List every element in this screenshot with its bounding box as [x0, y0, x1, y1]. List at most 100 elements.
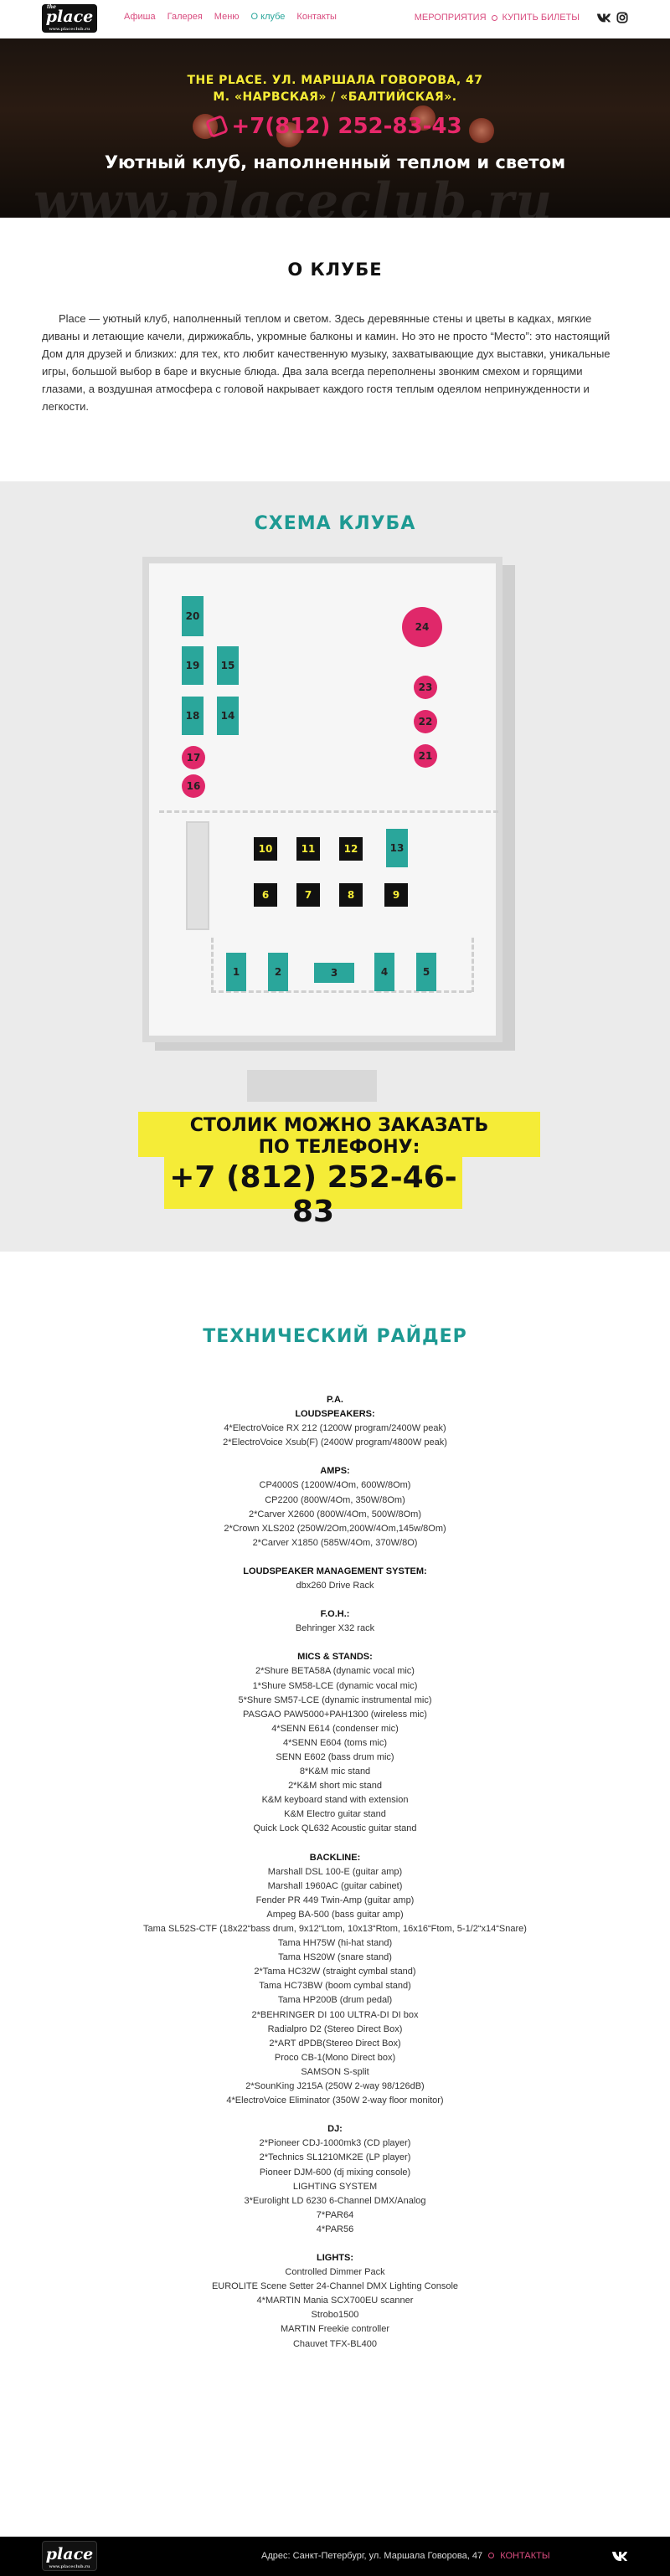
rider-item: K&M keyboard stand with extension: [261, 1795, 409, 1806]
rider-item: Strobo1500: [311, 2310, 359, 2321]
stage: [186, 821, 209, 930]
logo[interactable]: the place www.placeclub.ru: [42, 4, 97, 33]
footer: place www.placeclub.ru Адрес: Санкт-Пете…: [0, 2537, 670, 2576]
instagram-icon[interactable]: [616, 12, 628, 23]
footer-logo[interactable]: place www.placeclub.ru: [42, 2541, 97, 2571]
rider-item: LIGHTING SYSTEM: [292, 2181, 378, 2192]
events-link[interactable]: МЕРОПРИЯТИЯ: [415, 13, 487, 23]
table-21[interactable]: 21: [414, 744, 437, 768]
rider-item: Tama HP200B (drum pedal): [277, 1995, 393, 2006]
rider-item: 4*PAR56: [316, 2224, 354, 2234]
table-8[interactable]: 8: [339, 883, 363, 907]
rider-item: Proco CB-1(Mono Direct box): [274, 2052, 396, 2063]
dot-separator-icon: [491, 14, 497, 21]
rider-heading: DJ:: [327, 2124, 343, 2135]
rider-item: SENN E602 (bass drum mic): [276, 1751, 394, 1762]
nav-link-menu[interactable]: Меню: [214, 12, 240, 22]
rider-item: 5*Shure SM57-LCE (dynamic instrumental m…: [238, 1694, 432, 1705]
rider-item: dbx260 Drive Rack: [296, 1581, 374, 1591]
rider-item: 8*K&M mic stand: [299, 1766, 371, 1777]
rider-item: 2*Technics SL1210MK2E (LP player): [259, 2152, 411, 2163]
hero-banner: www.placeclub.ru THE PLACE. УЛ. МАРШАЛА …: [0, 39, 670, 218]
rider-item: 7*PAR64: [316, 2209, 354, 2220]
rider-spacer: [0, 1450, 670, 1464]
rider-item: Marshall DSL 100-E (guitar amp): [267, 1866, 403, 1877]
hero-address-line1: THE PLACE. УЛ. МАРШАЛА ГОВОРОВА, 47: [187, 74, 483, 87]
scheme-title: СХЕМА КЛУБА: [254, 513, 416, 534]
table-10[interactable]: 10: [254, 837, 277, 861]
rider-spacer: [0, 1636, 670, 1650]
hero-phone[interactable]: +7(812) 252-83-43: [0, 114, 670, 139]
about-title: О КЛУБЕ: [287, 260, 383, 280]
table-14[interactable]: 14: [217, 697, 239, 735]
phone-icon: [205, 114, 229, 139]
rider-item: 1*Shure SM58-LCE (dynamic vocal mic): [252, 1680, 418, 1691]
table-20[interactable]: 20: [182, 596, 204, 636]
rider-heading: AMPS:: [320, 1466, 350, 1477]
rider-item: K&M Electro guitar stand: [284, 1809, 386, 1820]
rider-heading: LOUDSPEAKER MANAGEMENT SYSTEM:: [243, 1566, 427, 1576]
rider-heading: BACKLINE:: [309, 1852, 361, 1863]
rider-item: Fender PR 449 Twin-Amp (guitar amp): [255, 1895, 415, 1905]
rider-item: Quick Lock QL632 Acoustic guitar stand: [253, 1823, 417, 1834]
nav-link-afisha[interactable]: Афиша: [124, 12, 156, 22]
buy-tickets-link[interactable]: КУПИТЬ БИЛЕТЫ: [502, 13, 580, 23]
table-16[interactable]: 16: [182, 774, 205, 798]
table-11[interactable]: 11: [296, 837, 320, 861]
table-19[interactable]: 19: [182, 646, 204, 685]
rider-item: 3*Eurolight LD 6230 6-Channel DMX/Analog: [244, 2195, 426, 2206]
rider-item: Tama HC73BW (boom cymbal stand): [259, 1981, 411, 1992]
rider-item: Behringer X32 rack: [295, 1623, 375, 1634]
table-5[interactable]: 5: [416, 953, 436, 991]
bar-counter: [247, 1070, 377, 1102]
rider-item: MARTIN Freekie controller: [281, 2324, 389, 2335]
vk-icon[interactable]: [611, 2549, 628, 2563]
rider-item: 4*ElectroVoice Eliminator (350W 2-way fl…: [226, 2095, 444, 2106]
table-4[interactable]: 4: [374, 953, 394, 991]
rider-item: Tama HS20W (snare stand): [278, 1952, 392, 1963]
footer-logo-text: place: [45, 2545, 94, 2563]
table-12[interactable]: 12: [339, 837, 363, 861]
rider-heading: MICS & STANDS:: [297, 1652, 373, 1663]
table-18[interactable]: 18: [182, 697, 204, 735]
rider-item: 2*SounKing J215A (250W 2-way 98/126dB): [245, 2081, 425, 2092]
rider-spacer: [0, 2237, 670, 2251]
nav-link-about[interactable]: О клубе: [251, 12, 286, 22]
table-15[interactable]: 15: [217, 646, 239, 685]
rider-item: 2*Shure BETA58A (dynamic vocal mic): [255, 1666, 415, 1677]
footer-contacts-link[interactable]: КОНТАКТЫ: [500, 2551, 549, 2561]
rider-list: P.A. LOUDSPEAKERS: 4*ElectroVoice RX 212 (…: [0, 1393, 670, 2352]
nav-right: МЕРОПРИЯТИЯ КУПИТЬ БИЛЕТЫ: [415, 12, 628, 23]
nav-links: Афиша Галерея Меню О клубе Контакты: [124, 12, 337, 22]
zone-divider: [159, 810, 498, 813]
logo-text: place: [45, 8, 94, 26]
table-3[interactable]: 3: [314, 963, 354, 983]
table-2[interactable]: 2: [268, 953, 288, 991]
table-23[interactable]: 23: [414, 676, 437, 699]
table-1[interactable]: 1: [226, 953, 246, 991]
rider-item: Marshall 1960AC (guitar cabinet): [267, 1880, 403, 1891]
table-7[interactable]: 7: [296, 883, 320, 907]
rider-spacer: [0, 1593, 670, 1607]
nav-link-contacts[interactable]: Контакты: [296, 12, 337, 22]
hero-watermark: www.placeclub.ru: [34, 172, 554, 218]
table-6[interactable]: 6: [254, 883, 277, 907]
table-24[interactable]: 24: [402, 607, 442, 647]
booking-phone[interactable]: +7 (812) 252-46-83: [164, 1160, 462, 1229]
booking-line1: СТОЛИК МОЖНО ЗАКАЗАТЬ: [189, 1115, 489, 1136]
vk-icon[interactable]: [596, 12, 611, 23]
rider-item: Tama HH75W (hi-hat stand): [277, 1938, 393, 1949]
rider-item: EUROLITE Scene Setter 24-Channel DMX Lig…: [211, 2281, 459, 2292]
table-9[interactable]: 9: [384, 883, 408, 907]
footer-address: Адрес: Санкт-Петербург, ул. Маршала Гово…: [261, 2551, 483, 2561]
table-17[interactable]: 17: [182, 746, 205, 769]
rider-item: 4*SENN E604 (toms mic): [282, 1737, 388, 1748]
table-13[interactable]: 13: [386, 829, 408, 867]
table-22[interactable]: 22: [414, 710, 437, 733]
rider-spacer: [0, 2108, 670, 2122]
rider-item: 2*Tama HC32W (straight cymbal stand): [254, 1967, 416, 1977]
nav-link-gallery[interactable]: Галерея: [168, 12, 203, 22]
top-nav: the place www.placeclub.ru Афиша Галерея…: [0, 0, 670, 39]
about-text: Place — уютный клуб, наполненный теплом …: [42, 312, 611, 413]
rider-heading: LIGHTS:: [317, 2252, 353, 2263]
